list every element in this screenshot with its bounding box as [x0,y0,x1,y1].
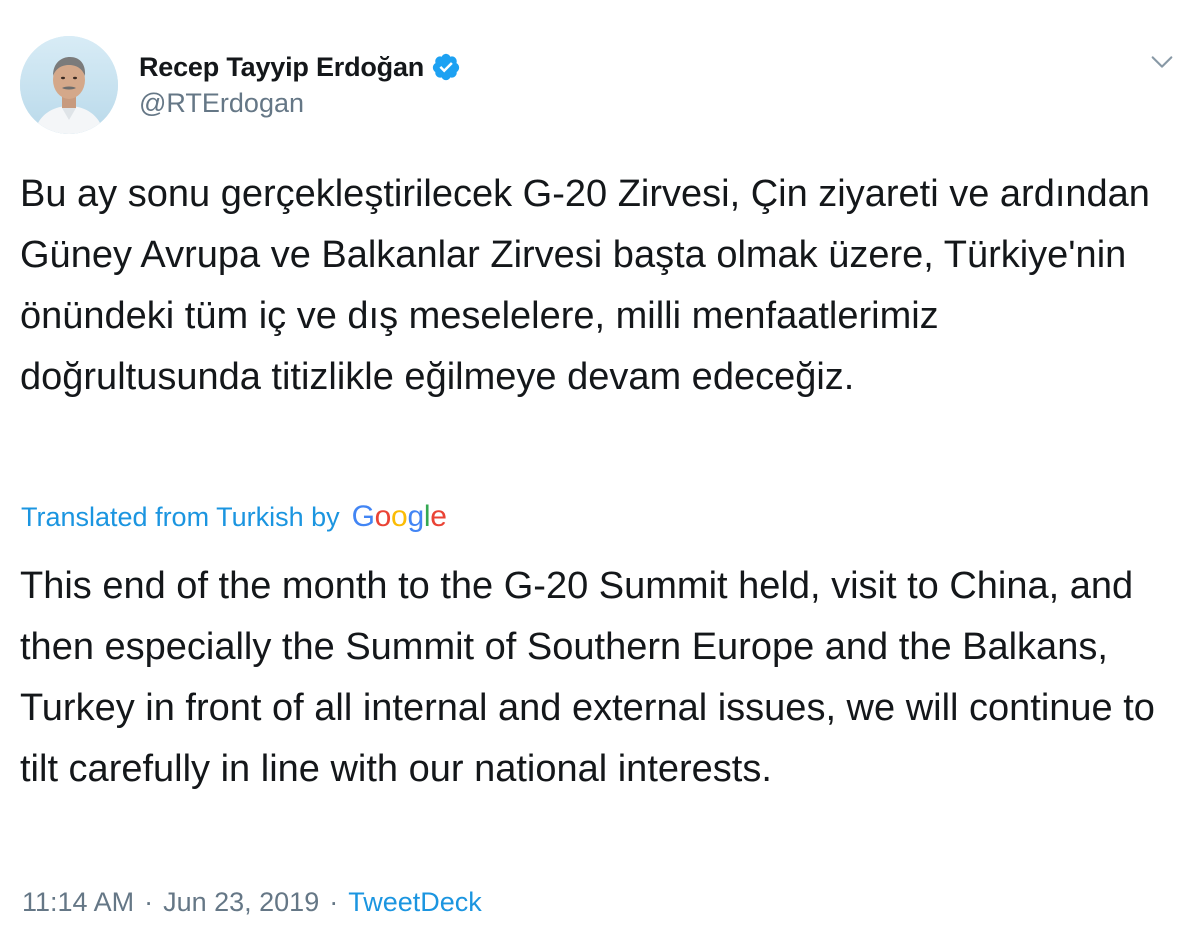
google-logo: Google [351,499,447,533]
tweet-date[interactable]: Jun 23, 2019 [163,887,319,918]
tweet-source-link[interactable]: TweetDeck [348,887,482,918]
avatar[interactable] [20,36,118,134]
tweet-translated-text: This end of the month to the G-20 Summit… [20,565,1155,790]
author-info[interactable]: Recep Tayyip Erdoğan @RTErdogan [139,48,461,119]
google-logo-letter: o [374,499,392,533]
google-logo-letter: e [430,499,447,533]
verified-badge-icon [431,52,461,82]
chevron-down-icon[interactable] [1148,48,1176,76]
google-logo-letter: G [351,499,375,533]
handle[interactable]: @RTErdogan [139,88,461,119]
tweet-time[interactable]: 11:14 AM [22,887,134,918]
avatar-image [20,36,118,134]
meta-separator: · [144,887,154,917]
translation-label: Translated from Turkish by [21,502,340,532]
google-logo-letter: o [391,499,408,533]
google-logo-letter: g [407,499,424,533]
tweet-original-text: Bu ay sonu gerçekleştirilecek G-20 Zirve… [20,173,1150,398]
tweet-metadata: 11:14 AM · Jun 23, 2019 · TweetDeck [22,887,482,918]
tweet-card: Recep Tayyip Erdoğan @RTErdogan Bu ay so… [0,0,1194,952]
display-name[interactable]: Recep Tayyip Erdoğan [139,52,424,83]
name-row: Recep Tayyip Erdoğan [139,48,461,86]
translation-attribution[interactable]: Translated from Turkish by Google [21,499,447,533]
meta-separator: · [329,887,339,917]
